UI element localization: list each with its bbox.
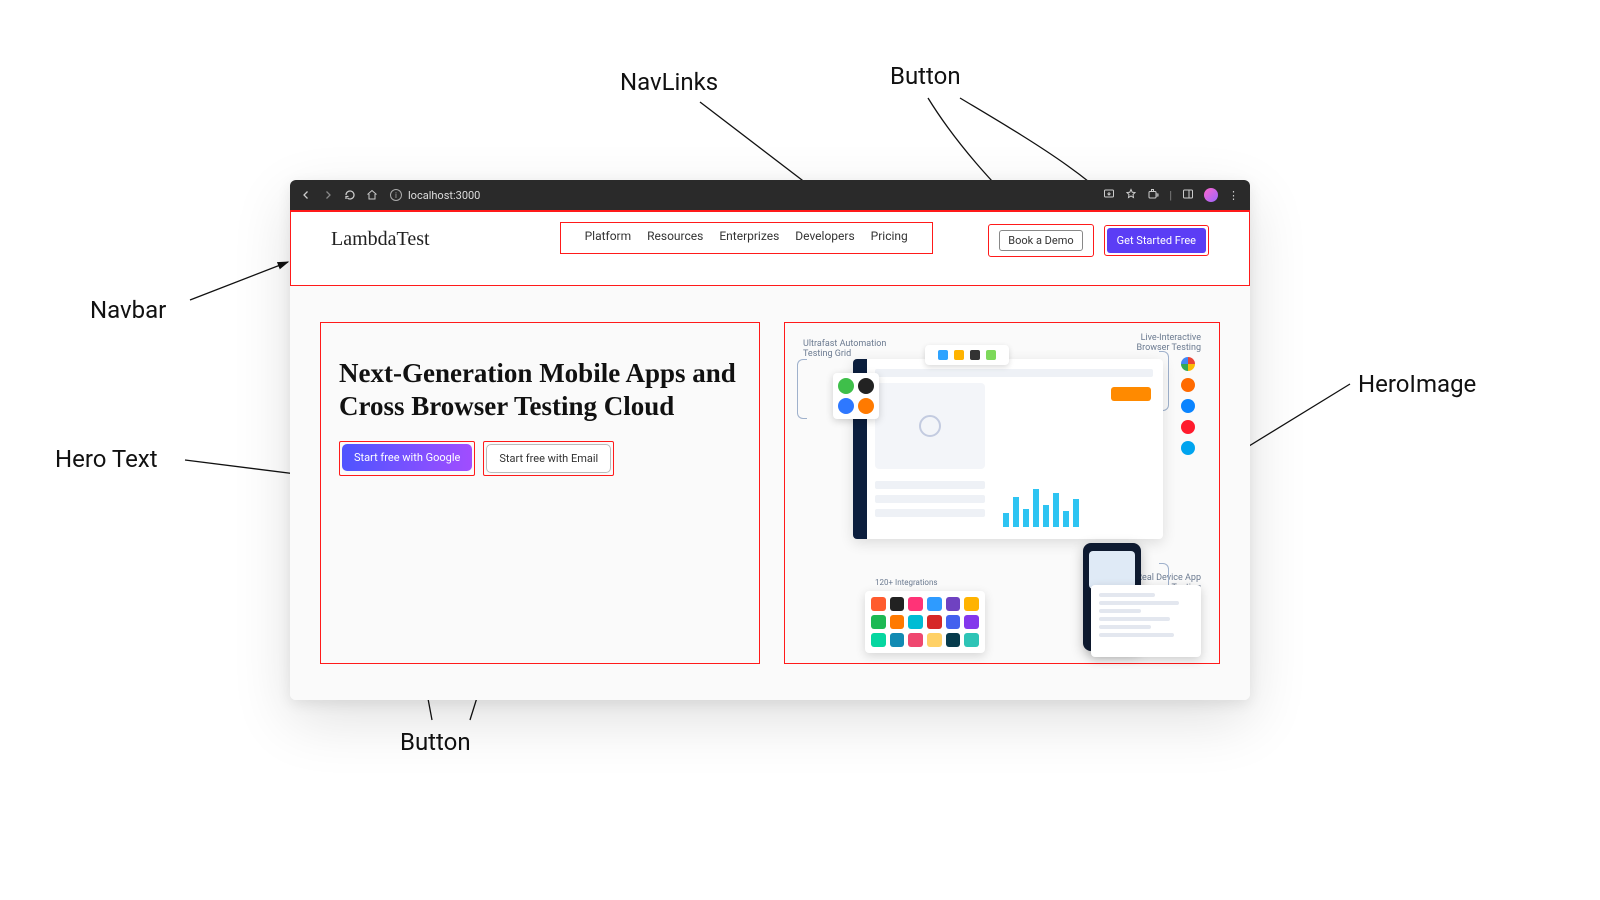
back-icon[interactable] (300, 189, 312, 201)
hero-image-code-panel (1091, 585, 1201, 657)
star-icon[interactable] (1125, 188, 1137, 203)
address-bar[interactable]: i localhost:3000 (390, 189, 480, 202)
nav-link-enterprizes[interactable]: Enterprizes (719, 229, 779, 243)
annotation-hero-text: Hero Text (55, 445, 158, 473)
browser-chrome-bar: i localhost:3000 | ⋮ (290, 180, 1250, 210)
home-icon[interactable] (366, 189, 378, 201)
nav-link-pricing[interactable]: Pricing (871, 229, 908, 243)
hero-image-os-chips (925, 345, 1009, 365)
cta-google-label: Start free with Google (342, 444, 472, 471)
cta-email-button[interactable]: Start free with Email (483, 441, 614, 476)
extensions-icon[interactable] (1147, 188, 1159, 203)
hero-image-framework-chips (833, 373, 879, 419)
annotation-navbar: Navbar (90, 296, 166, 324)
get-started-label: Get Started Free (1107, 228, 1206, 253)
kebab-menu-icon[interactable]: ⋮ (1228, 189, 1240, 202)
get-started-button[interactable]: Get Started Free (1104, 225, 1209, 256)
hero-image-integrations-label: 120+ Integrations (875, 578, 938, 587)
hero-section: Next-Generation Mobile Apps and Cross Br… (290, 286, 1250, 700)
book-demo-label: Book a Demo (999, 230, 1082, 251)
book-demo-button[interactable]: Book a Demo (988, 224, 1093, 257)
hero-image-label-topleft: Ultrafast Automation Testing Grid (803, 339, 893, 359)
navbar: LambdaTest Platform Resources Enterprize… (290, 212, 1250, 286)
panel-icon[interactable] (1182, 188, 1194, 203)
hero-image-integrations-grid (865, 591, 985, 653)
diagram-canvas: NavLinks Button Navbar Hero Text HeroIma… (0, 0, 1600, 900)
info-icon: i (390, 189, 402, 201)
nav-link-developers[interactable]: Developers (795, 229, 854, 243)
install-icon[interactable] (1103, 188, 1115, 203)
browser-window: i localhost:3000 | ⋮ (290, 180, 1250, 700)
nav-link-resources[interactable]: Resources (647, 229, 703, 243)
cta-google-button[interactable]: Start free with Google (339, 441, 475, 476)
hero-image: Ultrafast Automation Testing Grid Live-I… (784, 322, 1220, 664)
hero-image-label-topright: Live-Interactive Browser Testing (1111, 333, 1201, 353)
annotation-navlinks: NavLinks (620, 68, 718, 96)
bracket-icon (797, 359, 807, 419)
reload-icon[interactable] (344, 189, 356, 201)
profile-avatar-icon[interactable] (1204, 188, 1218, 202)
hero-title: Next-Generation Mobile Apps and Cross Br… (339, 357, 741, 423)
hero-image-dashboard (853, 359, 1163, 539)
forward-icon[interactable] (322, 189, 334, 201)
hero-ctas: Start free with Google Start free with E… (339, 441, 741, 476)
url-text: localhost:3000 (408, 189, 480, 202)
annotation-hero-image: HeroImage (1358, 370, 1476, 398)
brand-logo[interactable]: LambdaTest (331, 222, 430, 251)
nav-links: Platform Resources Enterprizes Developer… (560, 222, 933, 254)
hero-text-block: Next-Generation Mobile Apps and Cross Br… (320, 322, 760, 664)
nav-link-platform[interactable]: Platform (585, 229, 632, 243)
annotation-button-top: Button (890, 62, 961, 90)
hero-image-browser-icons (1181, 357, 1203, 455)
annotation-button-bottom: Button (400, 728, 471, 756)
cta-email-label: Start free with Email (486, 444, 611, 473)
